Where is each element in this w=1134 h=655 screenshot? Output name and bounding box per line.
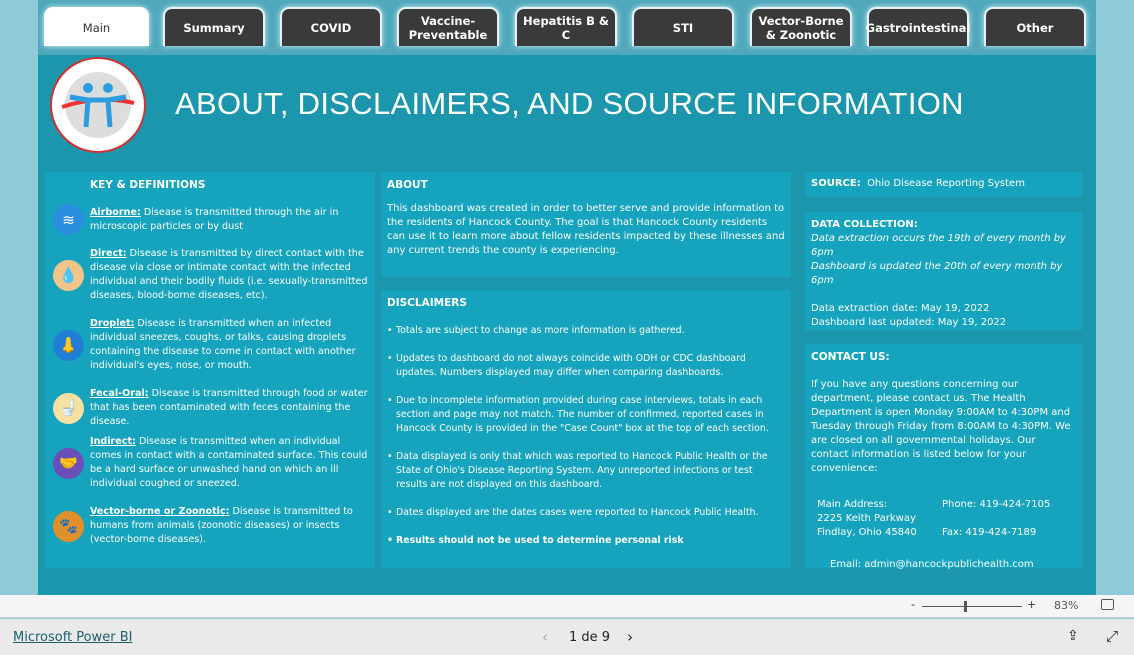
definition-item: 👃 Droplet: Disease is transmitted when an… [53,317,369,373]
fit-to-page-icon[interactable] [1101,599,1114,610]
source-label: SOURCE: [811,178,861,189]
definition-term: Fecal-Oral: [90,388,149,399]
definition-text: Vector-borne or Zoonotic: Disease is tra… [90,505,369,547]
toilet-icon: 🚽 [53,392,84,424]
contact-heading: CONTACT US: [811,351,890,363]
paw-icon: 🐾 [53,510,84,542]
tab-vaccine-preventable[interactable]: Vaccine-Preventable [397,7,499,46]
about-heading: ABOUT [387,179,428,191]
update-schedule: Dashboard is updated the 20th of every m… [811,261,1063,286]
about-text: This dashboard was created in order to b… [387,203,785,256]
contact-text: If you have any questions concerning our… [811,379,1071,474]
definition-item: 🐾 Vector-borne or Zoonotic: Disease is tr… [53,505,369,547]
tab-hepatitis-b-c[interactable]: Hepatitis B & C [515,7,617,46]
definition-description: Disease is transmitted by direct contact… [90,248,368,301]
power-bi-link[interactable]: Microsoft Power BI [13,630,132,645]
zoom-in-button[interactable]: + [1027,598,1036,611]
disclaimer-item: Data displayed is only that which was re… [387,450,785,492]
disclaimer-item: Dates displayed are the dates cases were… [387,506,785,520]
next-page-icon[interactable]: › [627,628,633,646]
status-bar: - + 83% [0,595,1134,618]
source-value: Ohio Disease Reporting System [867,178,1025,189]
data-collection-panel: DATA COLLECTION: Data extraction occurs … [805,212,1082,330]
share-icon[interactable]: ⇪ [1067,628,1079,644]
disclaimer-item: Due to incomplete information provided d… [387,394,785,436]
zoom-out-button[interactable]: - [911,598,915,611]
fullscreen-icon[interactable]: ⤢ [1106,627,1118,645]
source-panel: SOURCE: Ohio Disease Reporting System [805,172,1082,197]
disclaimers-list: Totals are subject to change as more inf… [387,324,785,548]
definition-text: Fecal-Oral: Disease is transmitted throu… [90,387,369,429]
disclaimer-item: Updates to dashboard do not always coinc… [387,352,785,380]
definition-text: Airborne: Disease is transmitted through… [90,206,369,234]
tab-sti[interactable]: STI [632,7,734,46]
definition-item: 💧 Direct: Disease is transmitted by direc… [53,247,369,303]
tab-other[interactable]: Other [984,7,1086,46]
definition-item: 🤝 Indirect: Disease is transmitted when a… [53,435,369,491]
extraction-schedule: Data extraction occurs the 19th of every… [811,233,1066,258]
zoom-level: 83% [1054,599,1079,612]
key-heading: KEY & DEFINITIONS [90,179,206,191]
tab-main[interactable]: Main [44,7,149,46]
previous-page-icon[interactable]: ‹ [542,628,548,646]
fax: Fax: 419-424-7189 [942,527,1037,538]
extraction-date: Data extraction date: May 19, 2022 [811,303,990,314]
definition-term: Airborne: [90,206,141,218]
zoom-slider-thumb[interactable] [963,601,967,612]
handshake-icon: 🤝 [53,447,84,479]
airborne-icon: ≋ [53,204,84,235]
contact-panel: CONTACT US: If you have any questions co… [805,344,1082,570]
tab-summary[interactable]: Summary [163,7,265,46]
definition-text: Indirect: Disease is transmitted when an… [90,435,369,491]
nose-icon: 👃 [53,329,84,361]
tab-vector-borne-zoonotic[interactable]: Vector-Borne & Zoonotic [750,7,852,46]
key-definitions-panel: KEY & DEFINITIONS ≋ Airborne: Disease is … [45,172,375,568]
disclaimer-item: Results should not be used to determine … [387,534,785,548]
definition-text: Direct: Disease is transmitted by direct… [90,247,369,303]
definition-item: 🚽 Fecal-Oral: Disease is transmitted thro… [53,387,369,429]
blood-drop-icon: 💧 [53,259,84,291]
page-title: ABOUT, DISCLAIMERS, AND SOURCE INFORMATI… [175,86,964,121]
definition-term: Indirect: [90,436,136,447]
address-line1: 2225 Keith Parkway [817,513,916,524]
zoom-slider[interactable] [922,601,1022,612]
definition-text: Droplet: Disease is transmitted when an … [90,317,369,373]
disclaimer-item: Totals are subject to change as more inf… [387,324,785,338]
email[interactable]: Email: admin@hancockpublichealth.com [830,558,1076,572]
last-updated: Dashboard last updated: May 19, 2022 [811,317,1007,328]
tab-covid[interactable]: COVID [280,7,382,46]
bottom-bar: Microsoft Power BI ‹ 1 de 9 › ⇪ ⤢ [0,619,1134,655]
about-panel: ABOUT This dashboard was created in orde… [381,172,791,277]
definition-term: Vector-borne or Zoonotic: [90,506,230,517]
tab-gastrointestinal[interactable]: Gastrointestinal [866,7,970,46]
hancock-logo [50,57,146,153]
data-collection-heading: DATA COLLECTION: [811,219,918,230]
definition-term: Direct: [90,248,127,259]
address-label: Main Address: [817,499,888,510]
address-line2: Findlay, Ohio 45840 [817,527,917,538]
page-indicator: 1 de 9 [569,630,611,645]
definition-item: ≋ Airborne: Disease is transmitted throug… [53,204,369,235]
phone: Phone: 419-424-7105 [942,499,1051,510]
definition-term: Droplet: [90,318,135,329]
disclaimers-heading: DISCLAIMERS [387,297,467,309]
disclaimers-panel: DISCLAIMERS Totals are subject to change… [381,290,791,568]
